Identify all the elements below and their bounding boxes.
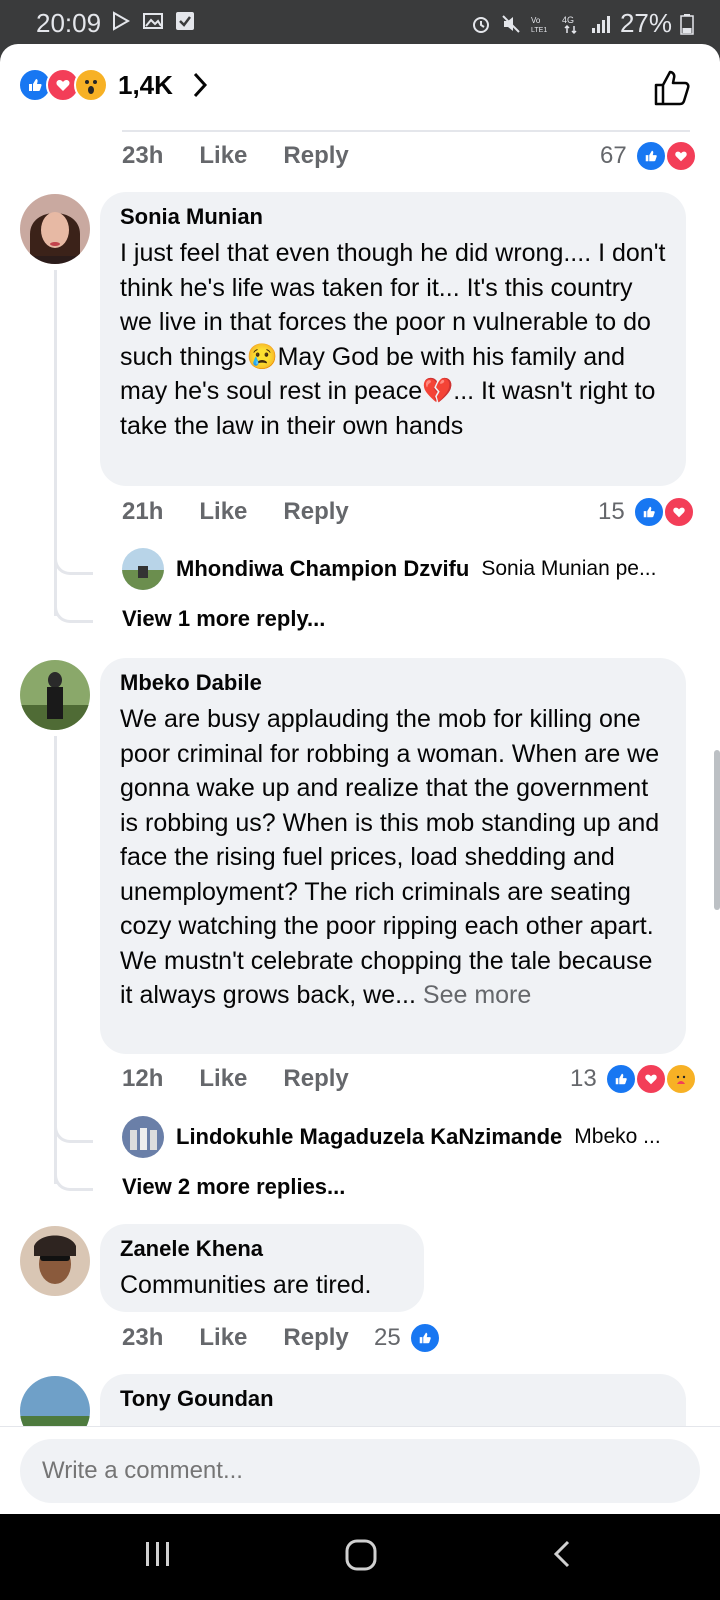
- reply-text: Sonia Munian pe...: [481, 557, 657, 580]
- comment-time: 23h: [122, 142, 164, 169]
- love-icon: [662, 496, 695, 528]
- like-icon: [632, 496, 665, 528]
- reaction-count: 1,4K: [118, 69, 173, 100]
- play-store-icon: [113, 11, 131, 31]
- reply-text: Mbeko ...: [574, 1125, 661, 1148]
- status-time: 20:09: [36, 8, 102, 38]
- comment-actions: 12h Like Reply: [122, 1065, 349, 1093]
- care-icon: [664, 1063, 697, 1095]
- like-button[interactable]: Like: [199, 498, 247, 526]
- comment-reactions[interactable]: 67: [600, 140, 697, 172]
- love-icon: [634, 1063, 667, 1095]
- reply-button[interactable]: Reply: [283, 142, 348, 170]
- comment-input[interactable]: [20, 1439, 700, 1503]
- reply-button[interactable]: Reply: [283, 498, 348, 526]
- svg-text:Vo: Vo: [531, 16, 541, 25]
- avatar[interactable]: [20, 660, 90, 730]
- alarm-icon: [472, 16, 489, 33]
- comment-bubble[interactable]: Sonia Munian I just feel that even thoug…: [100, 192, 686, 486]
- avatar[interactable]: [122, 548, 164, 590]
- comment-text: Communities are tired.: [120, 1271, 372, 1299]
- comment-author[interactable]: Sonia Munian: [120, 204, 666, 230]
- like-icon: [604, 1063, 637, 1095]
- home-icon[interactable]: [344, 1538, 378, 1572]
- comment-actions: 23h Like Reply: [122, 142, 349, 170]
- svg-text:LTE1: LTE1: [531, 27, 547, 34]
- reaction-count: 67: [600, 142, 627, 169]
- view-more-replies[interactable]: View 1 more reply...: [122, 606, 325, 632]
- scrollbar[interactable]: [714, 750, 720, 910]
- gallery-icon: [143, 13, 163, 29]
- chevron-right-icon[interactable]: [191, 70, 209, 100]
- comment-text-body: We are busy applauding the mob for killi…: [120, 705, 660, 1009]
- comment-composer: [0, 1426, 720, 1514]
- thread-branch: [54, 550, 93, 623]
- comment-reactions[interactable]: 13: [570, 1063, 697, 1095]
- comment-author[interactable]: Mbeko Dabile: [120, 670, 666, 696]
- avatar[interactable]: [122, 1116, 164, 1158]
- mute-icon: [502, 14, 520, 33]
- divider: [122, 130, 690, 132]
- comment-author[interactable]: Zanele Khena: [120, 1236, 404, 1262]
- reaction-count: 13: [570, 1065, 597, 1092]
- check-icon: [176, 12, 194, 30]
- comment-text: We are busy applauding the mob for killi…: [120, 702, 666, 1013]
- comment-author[interactable]: Tony Goundan: [120, 1386, 666, 1412]
- comment-text: I just feel that even though he did wron…: [120, 239, 666, 440]
- comment-actions: 23h Like Reply: [122, 1324, 349, 1352]
- like-icon: [408, 1322, 441, 1354]
- like-button[interactable]: Like: [199, 1065, 247, 1093]
- wow-icon: [74, 68, 108, 102]
- comment-time: 12h: [122, 1065, 164, 1092]
- reply-author[interactable]: Mhondiwa Champion Dzvifu: [176, 556, 469, 582]
- comment-bubble[interactable]: Zanele Khena Communities are tired.: [100, 1224, 424, 1312]
- reaction-count: 25: [374, 1324, 401, 1351]
- battery-icon: [680, 13, 694, 35]
- view-more-replies[interactable]: View 2 more replies...: [122, 1174, 345, 1200]
- reply-button[interactable]: Reply: [283, 1065, 348, 1093]
- comments-sheet: 1,4K 23h Like Reply 67 Sonia Munian I ju…: [0, 44, 720, 1514]
- volte-icon: Vo LTE1: [531, 16, 547, 34]
- like-button[interactable]: Like: [199, 1324, 247, 1352]
- status-bar: 20:09 Vo LTE1 4G 27%: [0, 0, 720, 44]
- reply-button[interactable]: Reply: [283, 1324, 348, 1352]
- reactions-summary[interactable]: 1,4K: [18, 68, 209, 102]
- reply-preview[interactable]: Lindokuhle Magaduzela KaNzimande Mbeko .…: [122, 1116, 661, 1158]
- comments-list[interactable]: 23h Like Reply 67 Sonia Munian I just fe…: [0, 130, 720, 1470]
- avatar[interactable]: [20, 1226, 90, 1296]
- love-icon: [664, 140, 697, 172]
- back-icon[interactable]: [550, 1538, 574, 1570]
- like-button[interactable]: Like: [199, 142, 247, 170]
- battery-percentage: 27%: [619, 8, 672, 38]
- recents-icon[interactable]: [142, 1538, 174, 1570]
- comment-time: 23h: [122, 1324, 164, 1351]
- signal-icon: [591, 15, 610, 33]
- reactions-header: 1,4K: [0, 44, 720, 130]
- see-more-link[interactable]: See more: [423, 981, 531, 1009]
- comment-reactions[interactable]: 25: [374, 1322, 441, 1354]
- comment-reactions[interactable]: 15: [598, 496, 695, 528]
- comment-actions: 21h Like Reply: [122, 498, 349, 526]
- thread-branch: [54, 1120, 93, 1191]
- reply-preview[interactable]: Mhondiwa Champion Dzvifu Sonia Munian pe…: [122, 548, 656, 590]
- like-icon: [634, 140, 667, 172]
- comment-bubble[interactable]: Mbeko Dabile We are busy applauding the …: [100, 658, 686, 1054]
- thumbs-up-outline-icon[interactable]: [652, 68, 692, 108]
- svg-text:4G: 4G: [562, 15, 574, 25]
- system-navigation-bar: [0, 1514, 720, 1600]
- reply-author[interactable]: Lindokuhle Magaduzela KaNzimande: [176, 1124, 562, 1150]
- reaction-count: 15: [598, 498, 625, 525]
- 4g-icon: 4G: [562, 15, 577, 34]
- avatar[interactable]: [20, 194, 90, 264]
- comment-time: 21h: [122, 498, 164, 525]
